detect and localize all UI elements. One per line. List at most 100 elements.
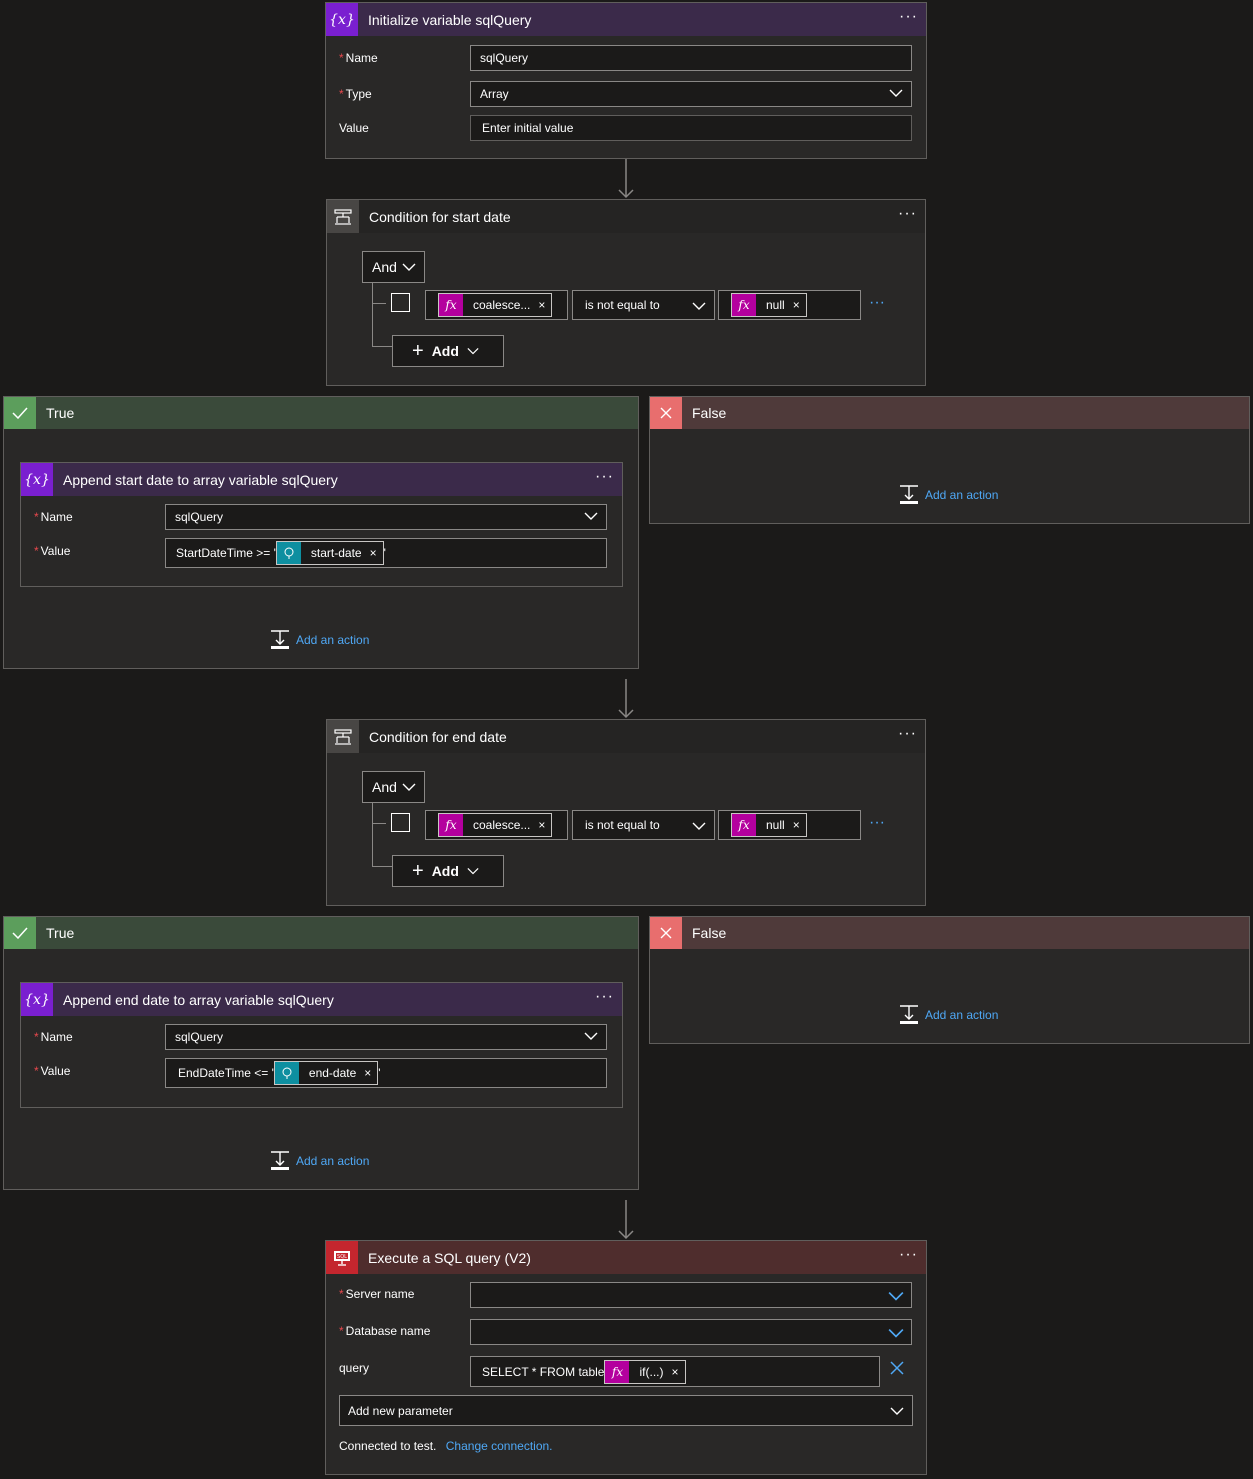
more-options-icon[interactable]: ··· (595, 989, 614, 1005)
type-select[interactable]: Array (470, 81, 912, 107)
check-icon (4, 397, 36, 429)
true-branch-start: True {x} Append start date to array vari… (3, 396, 639, 669)
remove-token-icon[interactable]: × (538, 818, 545, 832)
row-options-icon[interactable]: ··· (869, 294, 885, 312)
true-branch-header[interactable]: True (4, 917, 638, 949)
name-field[interactable]: sqlQuery (470, 45, 912, 71)
append-end-title: Append end date to array variable sqlQue… (63, 991, 334, 1008)
close-icon (650, 917, 682, 949)
database-name-select[interactable] (470, 1319, 912, 1345)
chevron-down-icon (890, 1407, 904, 1415)
svg-text:SQL: SQL (337, 1254, 347, 1260)
type-label: * Type (339, 87, 372, 101)
clear-icon[interactable] (889, 1360, 905, 1376)
value-field[interactable]: EndDateTime <= ' end-date × ' (165, 1058, 607, 1088)
condition-end-header[interactable]: Condition for end date ··· (327, 720, 925, 753)
expression-token[interactable]: fx if(...) × (604, 1359, 686, 1384)
add-action-icon (900, 1005, 918, 1024)
http-request-icon (274, 1062, 299, 1084)
more-options-icon[interactable]: ··· (899, 1247, 918, 1263)
flow-arrow-icon (618, 159, 634, 199)
operator-select[interactable]: is not equal to (572, 810, 715, 840)
left-operand-field[interactable]: fx coalesce... × (425, 290, 568, 320)
flow-arrow-icon (618, 1200, 634, 1240)
chevron-down-icon (584, 512, 598, 520)
add-button[interactable]: + Add (392, 335, 504, 367)
remove-token-icon[interactable]: × (793, 298, 800, 312)
expression-token[interactable]: fx coalesce... × (438, 813, 553, 837)
add-new-parameter-select[interactable]: Add new parameter (339, 1395, 913, 1426)
init-variable-title: Initialize variable sqlQuery (368, 11, 532, 28)
fx-icon: fx (732, 294, 756, 316)
add-an-action-button[interactable]: Add an action (270, 630, 369, 650)
left-operand-field[interactable]: fx coalesce... × (425, 810, 568, 840)
false-branch-header[interactable]: False (650, 397, 1249, 429)
more-options-icon[interactable]: ··· (898, 206, 917, 222)
and-select[interactable]: And (362, 771, 425, 803)
row-checkbox[interactable] (391, 293, 410, 312)
add-an-action-button[interactable]: Add an action (270, 1151, 369, 1171)
right-operand-field[interactable]: fx null × (718, 290, 861, 320)
remove-token-icon[interactable]: × (793, 818, 800, 832)
right-operand-field[interactable]: fx null × (718, 810, 861, 840)
append-start-header[interactable]: {x} Append start date to array variable … (21, 463, 622, 496)
expression-token[interactable]: fx null × (731, 293, 807, 317)
add-an-action-button[interactable]: Add an action (899, 1005, 998, 1025)
row-checkbox[interactable] (391, 813, 410, 832)
dynamic-token[interactable]: start-date × (275, 541, 384, 565)
execute-sql-header[interactable]: SQL Execute a SQL query (V2) ··· (326, 1241, 926, 1274)
expression-token[interactable]: fx null × (731, 813, 807, 837)
and-select[interactable]: And (362, 251, 425, 283)
variable-icon: {x} (21, 463, 53, 496)
operator-select[interactable]: is not equal to (572, 290, 715, 320)
plus-icon: + (412, 339, 424, 362)
condition-icon (327, 200, 359, 233)
fx-icon: fx (732, 814, 756, 836)
more-options-icon[interactable]: ··· (595, 469, 614, 485)
init-variable-header[interactable]: {x} Initialize variable sqlQuery ··· (326, 3, 926, 36)
remove-token-icon[interactable]: × (370, 546, 377, 560)
condition-end-title: Condition for end date (369, 728, 507, 745)
add-an-action-button[interactable]: Add an action (899, 485, 998, 505)
condition-start-header[interactable]: Condition for start date ··· (327, 200, 925, 233)
value-label: * Value (34, 1064, 71, 1078)
fx-icon: fx (439, 814, 463, 836)
more-options-icon[interactable]: ··· (899, 9, 918, 25)
append-end-header[interactable]: {x} Append end date to array variable sq… (21, 983, 622, 1016)
fx-icon: fx (605, 1360, 630, 1383)
http-request-icon (276, 542, 301, 564)
name-select[interactable]: sqlQuery (165, 1024, 607, 1050)
value-field[interactable]: Enter initial value (470, 115, 912, 141)
remove-token-icon[interactable]: × (671, 1365, 678, 1379)
query-field[interactable]: SELECT * FROM table fx if(...) × (470, 1356, 880, 1387)
remove-token-icon[interactable]: × (364, 1066, 371, 1080)
tree-line (372, 866, 392, 867)
server-name-label: * Server name (339, 1287, 415, 1301)
value-label: * Value (34, 544, 71, 558)
true-branch-header[interactable]: True (4, 397, 638, 429)
remove-token-icon[interactable]: × (538, 298, 545, 312)
variable-icon: {x} (326, 3, 358, 36)
expression-token[interactable]: fx coalesce... × (438, 293, 553, 317)
server-name-select[interactable] (470, 1282, 912, 1308)
row-options-icon[interactable]: ··· (869, 814, 885, 832)
false-branch-header[interactable]: False (650, 917, 1249, 949)
name-label: * Name (34, 510, 73, 524)
sql-server-icon: SQL (326, 1241, 358, 1274)
name-label: * Name (34, 1030, 73, 1044)
chevron-down-icon (584, 1032, 598, 1040)
chevron-down-icon (402, 783, 416, 791)
tree-line (372, 823, 386, 824)
tree-line (372, 803, 373, 867)
more-options-icon[interactable]: ··· (898, 726, 917, 742)
name-select[interactable]: sqlQuery (165, 504, 607, 530)
value-field[interactable]: StartDateTime >= ' start-date × ' (165, 538, 607, 568)
false-branch-title: False (692, 405, 727, 421)
add-button[interactable]: + Add (392, 855, 504, 887)
change-connection-link[interactable]: Change connection. (446, 1439, 553, 1453)
condition-end-card: Condition for end date ··· And fx coales… (326, 719, 926, 906)
dynamic-token[interactable]: end-date × (273, 1061, 379, 1085)
chevron-down-icon (402, 263, 416, 271)
check-icon (4, 917, 36, 949)
flow-arrow-icon (618, 679, 634, 719)
